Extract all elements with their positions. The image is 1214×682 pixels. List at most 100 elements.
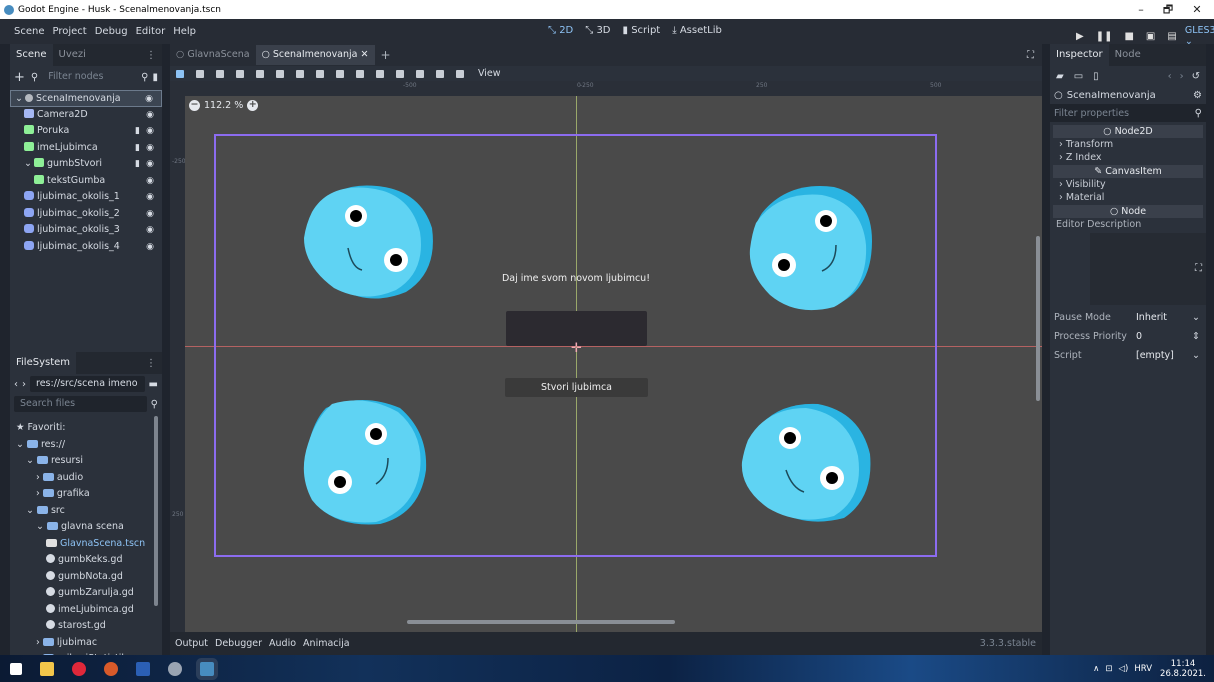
inspector-category-header[interactable]: ○ Node2D (1053, 125, 1203, 138)
property-value[interactable]: 0 (1136, 327, 1142, 346)
lock-icon[interactable] (396, 69, 404, 78)
scene-tree-item[interactable]: tekstGumba ◉ (10, 173, 162, 190)
word-icon[interactable] (136, 661, 150, 676)
app-icon[interactable] (104, 661, 118, 676)
viewport-v-scrollbar[interactable] (1036, 236, 1040, 401)
zoom-in-icon[interactable]: + (247, 100, 259, 111)
expand-arrow-icon[interactable]: › (36, 472, 40, 483)
filter-properties-input[interactable]: Filter properties (1054, 108, 1129, 119)
visibility-eye-icon[interactable]: ◉ (146, 239, 154, 256)
save-resource-icon[interactable]: ▯ (1093, 71, 1099, 82)
network-icon[interactable]: ⊡ (1105, 664, 1112, 674)
filter-nodes-input[interactable]: Filter nodes (42, 69, 137, 85)
menu-editor[interactable]: Editor (132, 26, 170, 37)
dock-menu-icon[interactable]: ⋮ (146, 358, 156, 369)
inspector-category-header[interactable]: ✎ CanvasItem (1053, 165, 1203, 178)
file-tree-item[interactable]: imeLjubimca.gd (10, 602, 162, 619)
script-icon[interactable]: ▮ (135, 156, 140, 173)
menu-project[interactable]: Project (49, 26, 91, 37)
path-field[interactable]: res://src/scena imeno (30, 376, 145, 392)
visibility-eye-icon[interactable]: ◉ (146, 189, 154, 206)
expand-arrow-icon[interactable]: › (36, 637, 40, 648)
create-resource-icon[interactable]: ▰ (1056, 71, 1064, 82)
workspace-script[interactable]: ▮ Script (623, 25, 661, 36)
workspace-assetlib[interactable]: ⤓ AssetLib (672, 25, 722, 36)
tab-output[interactable]: Output (175, 638, 208, 649)
smart-snap-icon[interactable] (336, 69, 344, 78)
skeleton-icon[interactable] (436, 69, 444, 78)
list-select-icon[interactable] (256, 69, 264, 78)
workspace-2d[interactable]: ⤡ 2D (548, 25, 573, 36)
link-icon[interactable]: ⚲ (31, 72, 38, 83)
back-icon[interactable]: ‹ (14, 379, 18, 390)
scene-tree-item[interactable]: ⌄ gumbStvori ▮ ◉ (10, 156, 162, 173)
inspector-group[interactable]: › Material (1053, 191, 1203, 204)
scene-tree-item[interactable]: ljubimac_okolis_3 ◉ (10, 222, 162, 239)
file-tree-item[interactable]: ★ Favoriti: (10, 420, 162, 437)
visibility-eye-icon[interactable]: ◉ (146, 156, 154, 173)
play-icon[interactable]: ▶ (1076, 31, 1084, 42)
expand-arrow-icon[interactable]: ⌄ (24, 158, 32, 169)
tab-filesystem[interactable]: FileSystem (10, 352, 77, 374)
expand-arrow-icon[interactable]: ⌄ (26, 455, 34, 466)
scene-tree-item[interactable]: ljubimac_okolis_2 ◉ (10, 206, 162, 223)
inspector-group[interactable]: › Visibility (1053, 178, 1203, 191)
split-view-icon[interactable]: ▬ (149, 379, 158, 390)
krita-icon[interactable] (168, 661, 182, 676)
bone-icon[interactable] (456, 69, 464, 78)
file-tree-item[interactable]: gumbNota.gd (10, 569, 162, 586)
clock[interactable]: 11:14 26.8.2021. (1160, 659, 1206, 679)
pet-sprite-4[interactable] (740, 398, 874, 526)
scene-tree-item[interactable]: imeLjubimca ▮ ◉ (10, 140, 162, 157)
load-resource-icon[interactable]: ▭ (1074, 71, 1083, 82)
file-tree-item[interactable]: ⌄ resursi (10, 453, 162, 470)
godot-taskbar-icon[interactable] (200, 661, 214, 676)
group-icon[interactable] (416, 69, 424, 78)
filesystem-scrollbar[interactable] (154, 416, 158, 606)
close-button[interactable]: ✕ (1182, 0, 1212, 19)
opera-icon[interactable] (72, 661, 86, 676)
visibility-eye-icon[interactable]: ◉ (146, 206, 154, 223)
history-forward-icon[interactable]: › (1180, 71, 1184, 82)
zoom-out-icon[interactable]: − (189, 100, 200, 111)
property-value[interactable]: Inherit (1136, 308, 1167, 327)
minimize-button[interactable]: – (1126, 0, 1156, 19)
search-files-input[interactable]: Search files (14, 396, 147, 412)
inspected-node-name[interactable]: ScenaImenovanja (1067, 90, 1156, 101)
property-value[interactable]: [empty] (1136, 346, 1174, 365)
maximize-button[interactable]: 🗗 (1153, 0, 1183, 19)
scene-tree-item[interactable]: ⌄ ScenaImenovanja ◉ (10, 90, 162, 107)
expand-arrow-icon[interactable]: ⌄ (36, 521, 44, 532)
history-back-icon[interactable]: ‹ (1168, 71, 1172, 82)
snap-options-icon[interactable] (376, 69, 384, 78)
scale-mode-icon[interactable] (236, 69, 244, 78)
scene-tree-item[interactable]: ljubimac_okolis_4 ◉ (10, 239, 162, 256)
file-tree-item[interactable]: ⌄ src (10, 503, 162, 520)
visibility-eye-icon[interactable]: ◉ (146, 173, 154, 190)
zoom-level[interactable]: 112.2 % (204, 100, 243, 111)
tab-inspector[interactable]: Inspector (1050, 44, 1109, 66)
tab-scene[interactable]: Scene (10, 44, 53, 66)
inspector-category-header[interactable]: ○ Node (1053, 205, 1203, 218)
move-mode-icon[interactable] (196, 69, 204, 78)
file-tree-item[interactable]: ⌄ glavna scena (10, 519, 162, 536)
file-tree-item[interactable]: ⌄ res:// (10, 437, 162, 454)
file-tree-item[interactable]: › ljubimac (10, 635, 162, 652)
close-tab-icon[interactable]: ✕ (361, 49, 369, 60)
tab-node[interactable]: Node (1109, 44, 1147, 66)
tab-uvezi[interactable]: Uvezi (53, 44, 92, 66)
property-control-icon[interactable]: ⌄ (1192, 346, 1200, 365)
object-properties-icon[interactable]: ⚙ (1193, 90, 1202, 101)
property-control-icon[interactable]: ⌄ (1192, 308, 1200, 327)
rotate-mode-icon[interactable] (216, 69, 224, 78)
add-tab-icon[interactable]: + (381, 48, 391, 62)
expand-arrow-icon[interactable]: ⌄ (16, 439, 24, 450)
distraction-free-icon[interactable]: ⛶ (1027, 50, 1034, 61)
viewport-h-scrollbar[interactable] (407, 620, 675, 624)
scene-tree-item[interactable]: ljubimac_okolis_1 ◉ (10, 189, 162, 206)
pet-sprite-2[interactable] (748, 183, 874, 315)
expand-icon[interactable]: ⛶ (1195, 263, 1202, 274)
script-attach-icon[interactable]: ▮ (152, 72, 158, 83)
expand-arrow-icon[interactable]: › (36, 488, 40, 499)
pan-mode-icon[interactable] (296, 69, 304, 78)
